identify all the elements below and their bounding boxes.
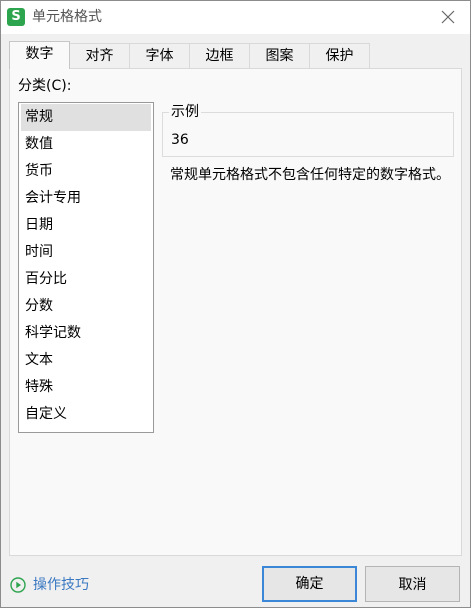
tab-alignment[interactable]: 对齐 (70, 43, 130, 69)
sample-label: 示例 (169, 103, 201, 121)
category-item-number[interactable]: 数值 (21, 131, 151, 158)
category-item-time[interactable]: 时间 (21, 239, 151, 266)
category-item-accounting[interactable]: 会计专用 (21, 185, 151, 212)
category-item-special[interactable]: 特殊 (21, 374, 151, 401)
tab-pattern[interactable]: 图案 (250, 43, 310, 69)
category-item-percentage[interactable]: 百分比 (21, 266, 151, 293)
tab-font[interactable]: 字体 (130, 43, 190, 69)
close-button[interactable] (434, 5, 462, 29)
category-item-fraction[interactable]: 分数 (21, 293, 151, 320)
category-item-scientific[interactable]: 科学记数 (21, 320, 151, 347)
category-item-general[interactable]: 常规 (21, 104, 151, 131)
close-icon (441, 10, 455, 24)
number-tab-panel: 分类(C): 常规 数值 货币 会计专用 日期 时间 百分比 分数 科学记数 文… (9, 68, 462, 556)
ok-button[interactable]: 确定 (262, 566, 357, 602)
format-cells-dialog: S 单元格格式 数字 对齐 字体 边框 图案 保护 分类(C): 常规 数值 货… (0, 0, 471, 608)
cancel-button[interactable]: 取消 (365, 566, 460, 602)
sample-groupbox: 示例 36 (162, 103, 454, 157)
category-item-date[interactable]: 日期 (21, 212, 151, 239)
format-description: 常规单元格格式不包含任何特定的数字格式。 (170, 167, 450, 183)
category-list[interactable]: 常规 数值 货币 会计专用 日期 时间 百分比 分数 科学记数 文本 特殊 自定… (18, 102, 154, 433)
category-item-text[interactable]: 文本 (21, 347, 151, 374)
tips-label: 操作技巧 (33, 577, 89, 593)
title-bar: S 单元格格式 (1, 1, 470, 34)
play-circle-icon (10, 577, 26, 593)
tab-border[interactable]: 边框 (190, 43, 250, 69)
category-label: 分类(C): (18, 78, 72, 94)
category-item-currency[interactable]: 货币 (21, 158, 151, 185)
tips-link[interactable]: 操作技巧 (10, 576, 89, 594)
tab-protection[interactable]: 保护 (310, 43, 370, 69)
sample-value: 36 (171, 132, 189, 148)
category-item-custom[interactable]: 自定义 (21, 401, 151, 428)
tab-number[interactable]: 数字 (9, 41, 70, 69)
dialog-title: 单元格格式 (32, 9, 102, 25)
tab-strip: 数字 对齐 字体 边框 图案 保护 (9, 41, 370, 69)
wps-app-icon: S (7, 8, 25, 26)
